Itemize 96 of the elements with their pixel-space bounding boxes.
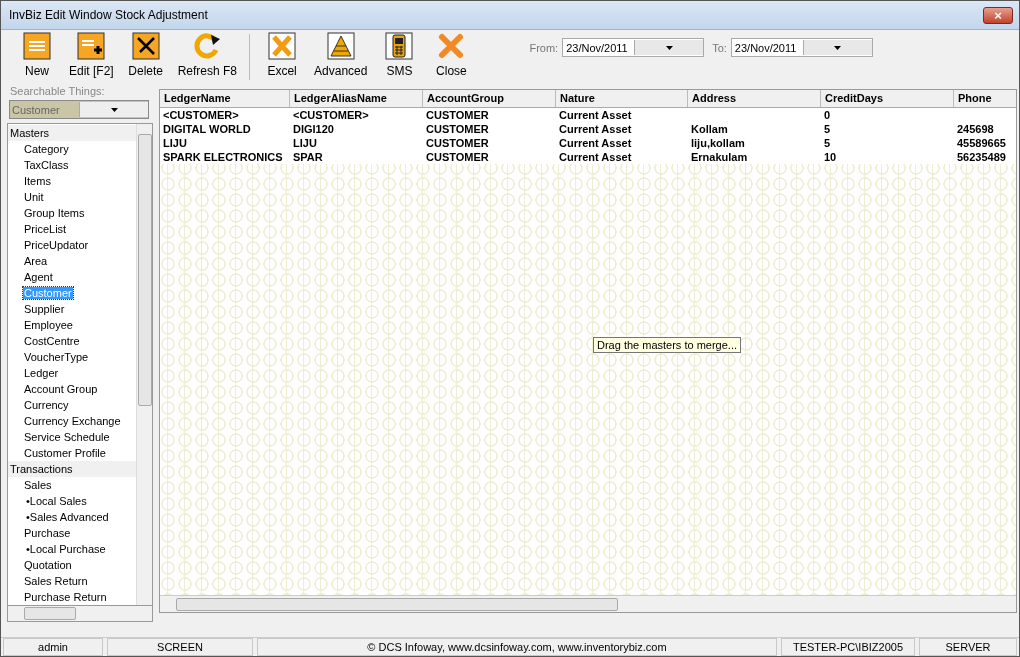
table-cell-text: 56235489 xyxy=(956,150,1007,164)
table-cell-text: 5 xyxy=(823,136,832,150)
column-header[interactable]: Phone xyxy=(954,90,1016,107)
table-cell-text: Current Asset xyxy=(558,108,633,122)
tree-item[interactable]: Service Schedule xyxy=(23,431,111,443)
tree-item[interactable]: •Local Sales xyxy=(25,495,88,507)
toolbar-button[interactable]: Close xyxy=(431,32,472,78)
table-cell-text: Current Asset xyxy=(558,136,633,150)
dropdown-arrow-icon xyxy=(834,45,842,50)
tree-item[interactable]: Agent xyxy=(23,271,54,283)
document-plus-icon xyxy=(77,32,106,60)
tree-item[interactable]: PriceUpdator xyxy=(23,239,90,251)
tree-item[interactable]: •Sales Advanced xyxy=(25,511,110,523)
table-cell-text: 245698 xyxy=(956,122,995,136)
status-panel: SCREEN xyxy=(107,638,253,656)
table-cell-text: 10 xyxy=(823,150,838,164)
tree-item[interactable]: PriceList xyxy=(23,223,68,235)
table-cell-text: LIJU xyxy=(162,136,188,150)
tree-item[interactable]: Currency xyxy=(23,399,70,411)
horizontal-scrollbar[interactable] xyxy=(7,606,153,622)
table-cell-text: CUSTOMER xyxy=(425,150,490,164)
toolbar-button[interactable]: Excel xyxy=(262,32,303,78)
vertical-scrollbar[interactable] xyxy=(136,124,152,605)
tree-item[interactable]: Account Group xyxy=(23,383,99,395)
table-cell-text: CUSTOMER xyxy=(425,122,490,136)
mobile-phone-icon xyxy=(385,32,414,60)
tree-item[interactable]: Employee xyxy=(23,319,74,331)
table-cell-text: 5 xyxy=(823,122,832,136)
document-cross-icon xyxy=(131,32,160,60)
table-cell-text: Current Asset xyxy=(558,150,633,164)
column-header[interactable]: AccountGroup xyxy=(423,90,556,107)
refresh-icon xyxy=(193,32,222,60)
horizontal-scrollbar[interactable] xyxy=(160,595,1016,612)
close-icon xyxy=(437,32,466,60)
tree-item[interactable]: Supplier xyxy=(23,303,66,315)
document-icon xyxy=(23,32,51,60)
tree-group-header[interactable]: Masters xyxy=(8,125,136,141)
status-panel: SERVER xyxy=(919,638,1017,656)
tree-item[interactable]: Purchase xyxy=(23,527,72,539)
tree-item[interactable]: Sales Return xyxy=(23,575,89,587)
pyramid-icon xyxy=(326,32,355,60)
table-cell-text: 0 xyxy=(823,108,832,122)
table-cell-text: LIJU xyxy=(292,136,318,150)
table-cell-text: liju,kollam xyxy=(690,136,746,150)
table-cell-text: <CUSTOMER> xyxy=(292,108,370,122)
dropdown-arrow-icon xyxy=(111,107,119,112)
table-cell-text: SPAR xyxy=(292,150,324,164)
tree-item[interactable]: Group Items xyxy=(23,207,86,219)
tree-item[interactable]: Area xyxy=(23,255,49,267)
tree-item[interactable]: Ledger xyxy=(23,367,60,379)
tree-group-header[interactable]: Transactions xyxy=(8,461,136,477)
tree-item[interactable]: Unit xyxy=(23,191,45,203)
table-cell-text: 45589665 xyxy=(956,136,1007,150)
toolbar-button[interactable]: Edit [F2] xyxy=(69,32,114,78)
column-header[interactable]: LedgerAliasName xyxy=(290,90,423,107)
toolbar-button[interactable]: New xyxy=(17,32,57,78)
column-header[interactable]: CreditDays xyxy=(821,90,954,107)
table-cell-text: DIGI120 xyxy=(292,122,335,136)
tree-item[interactable]: CostCentre xyxy=(23,335,81,347)
tooltip: Drag the masters to merge... xyxy=(593,337,741,353)
cross-icon xyxy=(268,32,297,60)
tree-item[interactable]: Customer Profile xyxy=(23,447,107,459)
toolbar-button[interactable]: Advanced xyxy=(314,32,368,78)
date-label: To: xyxy=(712,41,727,54)
tree-item[interactable]: Sales xyxy=(23,479,53,491)
tree-item[interactable]: •Local Purchase xyxy=(25,543,107,555)
tree-item[interactable]: TaxClass xyxy=(23,159,70,171)
tree-item[interactable]: Items xyxy=(23,175,52,187)
tree-item[interactable]: Currency Exchange xyxy=(23,415,122,427)
table-cell-text: DIGITAL WORLD xyxy=(162,122,252,136)
tree-item[interactable]: Category xyxy=(23,143,70,155)
toolbar-button[interactable]: Delete xyxy=(125,32,166,78)
date-label: From: xyxy=(529,41,559,54)
column-header[interactable]: Address xyxy=(688,90,821,107)
table-cell-text: CUSTOMER xyxy=(425,136,490,150)
tree-item[interactable]: VoucherType xyxy=(23,351,90,363)
window-title: InvBiz Edit Window Stock Adjustment xyxy=(9,8,208,22)
table-cell-text: CUSTOMER xyxy=(425,108,490,122)
status-panel: admin xyxy=(3,638,103,656)
table-cell-text: Kollam xyxy=(690,122,729,136)
toolbar-button[interactable]: Refresh F8 xyxy=(177,32,238,78)
toolbar-button[interactable]: SMS xyxy=(379,32,420,78)
status-panel: TESTER-PC\IBIZ2005 xyxy=(781,638,915,656)
date-field[interactable]: 23/Nov/2011 xyxy=(730,38,873,57)
column-header[interactable]: Nature xyxy=(556,90,688,107)
dropdown-arrow-icon xyxy=(665,45,673,50)
table-cell-text: SPARK ELECTRONICS xyxy=(162,150,284,164)
table-cell-text: Ernakulam xyxy=(690,150,749,164)
search-label: Searchable Things: xyxy=(9,84,106,99)
column-header[interactable]: LedgerName xyxy=(160,90,290,107)
status-panel: © DCS Infoway, www.dcsinfoway.com, www.inventorybiz.com xyxy=(257,638,777,656)
table-cell-text: <CUSTOMER> xyxy=(162,108,240,122)
tree-item[interactable]: Quotation xyxy=(23,559,73,571)
tree-item[interactable]: Purchase Return xyxy=(23,591,108,603)
table-cell-text: Current Asset xyxy=(558,122,633,136)
date-field[interactable]: 23/Nov/2011 xyxy=(562,38,705,57)
